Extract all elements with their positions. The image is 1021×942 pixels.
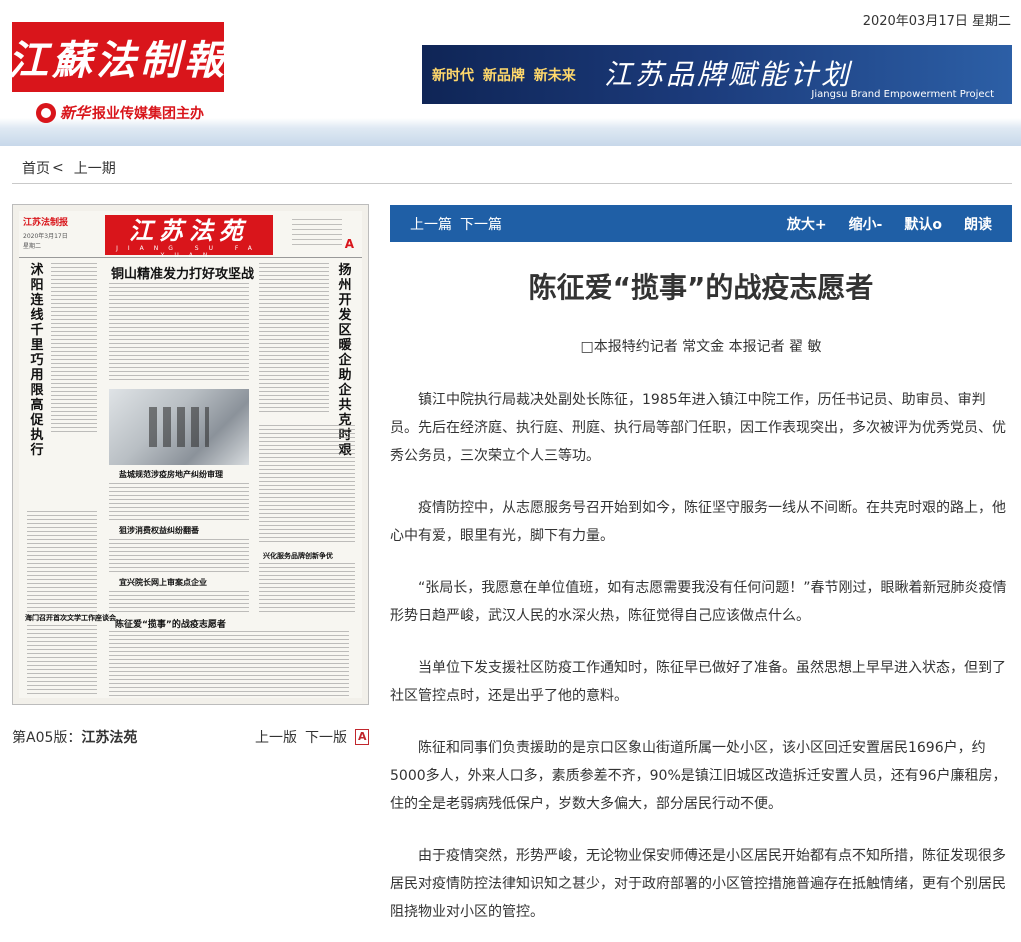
- thumb-date: 2020年3月17日: [23, 233, 68, 240]
- current-date: 2020年03月17日 星期二: [862, 14, 1011, 29]
- article-paragraph: “张局长，我愿意在单位值班，如有志愿需要我没有任何问题！”春节刚过，眼瞅着新冠肺…: [390, 580, 1007, 624]
- page-thumbnail[interactable]: 江苏法制报 2020年3月17日 星期二 江苏法苑 JIANG SU FA YU…: [12, 204, 369, 705]
- thumb-small-logo: 江苏法制报: [23, 218, 69, 228]
- thumb-side-headline-1[interactable]: 海门召开首次文学工作座谈会: [25, 613, 116, 623]
- article-paragraph: 当单位下发支援社区防疫工作通知时，陈征早已做好了准备。虽然思想上早早进入状态，但…: [390, 660, 1006, 704]
- newspaper-page-preview: 江苏法制报 2020年3月17日 星期二 江苏法苑 JIANG SU FA YU…: [19, 211, 362, 698]
- thumb-text-block: [51, 263, 97, 433]
- thumb-side-headline-2[interactable]: 兴化服务品牌创新争优: [263, 551, 333, 561]
- banner-slogan-1: 新时代: [432, 68, 474, 84]
- article-toolbar: 上一篇 下一篇 放大+ 缩小- 默认o 朗读: [390, 205, 1012, 242]
- article-paragraph: 陈征和同事们负责援助的是京口区象山街道所属一处小区，该小区回迁安置居民1696户…: [390, 740, 1007, 812]
- article-paragraph: 疫情防控中，从志愿服务号召开始到如今，陈征坚守服务一线从不间断。在共克时艰的路上…: [390, 500, 1006, 544]
- prev-article-link[interactable]: 上一篇: [410, 214, 452, 234]
- zoom-in-button[interactable]: 放大+: [787, 214, 827, 234]
- thumb-page-letter: A: [344, 237, 354, 251]
- article-paragraph: 镇江中院执行局裁决处副处长陈征，1985年进入镇江中院工作，历任书记员、助审员、…: [390, 392, 1006, 464]
- thumb-text-block: [109, 631, 349, 697]
- thumb-text-block: [259, 563, 355, 613]
- read-aloud-button[interactable]: 朗读: [964, 214, 992, 234]
- thumb-text-block: [109, 483, 249, 521]
- sponsor-brand: 新华: [60, 104, 91, 122]
- thumb-rule: [19, 257, 362, 258]
- thumb-text-block: [109, 591, 249, 615]
- thumb-text-block: [259, 263, 329, 413]
- thumb-headline-4[interactable]: 宜兴院长网上审案点企业: [119, 577, 207, 588]
- thumb-weekday: 星期二: [23, 243, 42, 250]
- thumb-text-block: [259, 425, 355, 545]
- xinhua-logo-icon: [36, 102, 56, 123]
- article-byline: □本报特约记者 常文金 本报记者 翟 敏: [580, 339, 822, 355]
- thumb-text-block: [27, 511, 97, 621]
- zoom-out-button[interactable]: 缩小-: [849, 214, 883, 234]
- thumb-info-block: [292, 219, 342, 247]
- brand-banner[interactable]: 新时代 新品牌 新未来 江苏品牌赋能计划 Jiangsu Brand Empow…: [422, 45, 1012, 104]
- next-edition-link[interactable]: 下一版: [305, 727, 347, 747]
- edition-number: 第A05版：: [12, 730, 82, 746]
- article-body: 镇江中院执行局裁决处副处长陈征，1985年进入镇江中院工作，历任书记员、助审员、…: [390, 386, 1012, 942]
- banner-subtitle: Jiangsu Brand Empowerment Project: [811, 89, 994, 100]
- newspaper-logo[interactable]: 江蘇法制報: [8, 22, 224, 92]
- thumb-headline-3[interactable]: 狙涉消费权益纠纷翻番: [119, 525, 199, 536]
- breadcrumb-separator: <: [52, 159, 64, 176]
- thumb-headline-5[interactable]: 陈征爱“揽事”的战疫志愿者: [115, 617, 226, 630]
- thumb-text-block: [27, 625, 97, 695]
- banner-slogans: 新时代 新品牌 新未来: [432, 65, 576, 85]
- edition-name[interactable]: 江苏法苑: [81, 727, 137, 747]
- article-paragraph: 由于疫情突然，形势严峻，无论物业保安师傅还是小区居民开始都有点不知所措，陈征发现…: [390, 848, 1006, 920]
- thumb-text-block: [109, 539, 249, 573]
- thumb-main-headline[interactable]: 铜山精准发力打好攻坚战: [111, 263, 254, 282]
- thumb-text-block: [109, 283, 249, 383]
- edition-bar: 第A05版： 江苏法苑 上一版 下一版: [12, 726, 369, 748]
- next-article-link[interactable]: 下一篇: [460, 214, 502, 234]
- banner-slogan-3: 新未来: [533, 68, 576, 84]
- thumb-headline-2[interactable]: 盐城规范涉疫房地产纠纷审理: [119, 469, 223, 480]
- banner-title: 江苏品牌赋能计划: [604, 58, 853, 91]
- default-size-button[interactable]: 默认o: [904, 214, 942, 234]
- prev-edition-link[interactable]: 上一版: [255, 727, 297, 747]
- banner-slogan-2: 新品牌: [482, 68, 525, 84]
- edition-pager: 上一版 下一版: [247, 727, 369, 747]
- sponsor-text: 报业传媒集团主办: [92, 105, 205, 122]
- logo-text: 江蘇法制報: [8, 37, 228, 84]
- sponsor-line: 新华 报业传媒集团主办: [36, 102, 204, 123]
- thumb-left-headline[interactable]: 沭阳连线千里巧用限高促执行: [27, 263, 47, 458]
- article-title: 陈征爱“揽事”的战疫志愿者: [528, 271, 874, 304]
- prev-issue-link[interactable]: 上一期: [74, 158, 116, 178]
- reading-tools: 放大+ 缩小- 默认o 朗读: [765, 214, 992, 234]
- breadcrumb: 首页 < 上一期: [12, 152, 1012, 184]
- site-header: 2020年03月17日 星期二 江蘇法制報 新华 报业传媒集团主办 新时代 新品…: [0, 0, 1021, 146]
- thumb-photo: [109, 389, 249, 465]
- home-link[interactable]: 首页: [22, 158, 50, 178]
- pdf-download-icon[interactable]: [355, 729, 369, 745]
